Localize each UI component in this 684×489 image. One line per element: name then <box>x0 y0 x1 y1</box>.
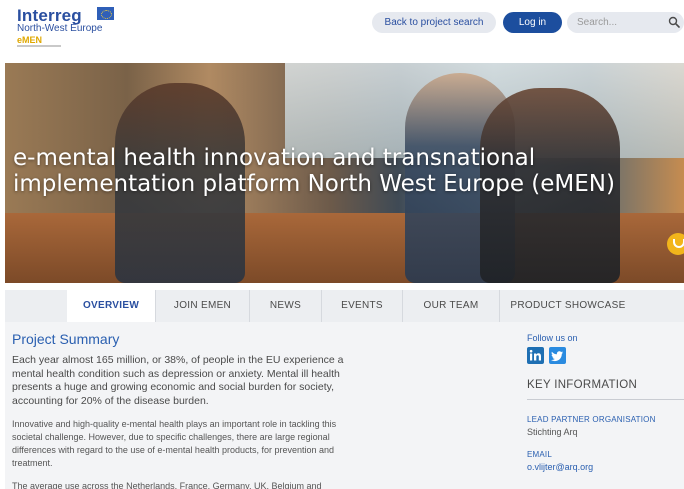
feedback-badge-icon[interactable] <box>667 233 684 255</box>
hero-title-line1: e-mental health innovation and transnati… <box>13 145 536 171</box>
logo-tagline-line <box>17 45 61 47</box>
project-tabs: OVERVIEW JOIN EMEN NEWS EVENTS OUR TEAM … <box>5 290 684 322</box>
email-link[interactable]: o.vlijter@arq.org <box>527 462 684 472</box>
search-input[interactable] <box>577 15 657 30</box>
hero-title: e-mental health innovation and transnati… <box>13 145 684 197</box>
email-label: EMAIL <box>527 450 553 459</box>
logo-project: eMEN <box>17 35 43 45</box>
key-info-sidebar: Follow us on KEY INFORMATION LEAD PARTNE… <box>527 333 684 472</box>
linkedin-icon[interactable] <box>527 347 544 364</box>
project-summary: Project Summary Each year almost 165 mil… <box>12 331 372 489</box>
summary-paragraph-1: Each year almost 165 million, or 38%, of… <box>12 354 344 407</box>
tabs-spacer <box>5 290 67 322</box>
site-header: Interreg North-West Europe eMEN Back to … <box>0 0 684 56</box>
twitter-icon[interactable] <box>549 347 566 364</box>
summary-paragraph-2: Innovative and high-quality e-mental hea… <box>12 419 337 468</box>
tab-product-showcase[interactable]: PRODUCT SHOWCASE <box>500 290 636 322</box>
eu-flag-icon <box>97 7 114 20</box>
follow-us-label: Follow us on <box>527 333 578 343</box>
interreg-logo[interactable]: Interreg North-West Europe eMEN <box>17 6 127 50</box>
tab-overview[interactable]: OVERVIEW <box>67 290 156 322</box>
login-button[interactable]: Log in <box>503 12 562 33</box>
lead-partner-label: LEAD PARTNER ORGANISATION <box>527 415 656 424</box>
search-box <box>567 12 684 33</box>
tab-join-emen[interactable]: JOIN EMEN <box>156 290 250 322</box>
social-links <box>527 347 684 365</box>
main-content: Project Summary Each year almost 165 mil… <box>5 322 684 489</box>
tab-events[interactable]: EVENTS <box>322 290 403 322</box>
summary-title: Project Summary <box>12 331 120 347</box>
lead-partner-value: Stichting Arq <box>527 427 578 437</box>
hero-banner: e-mental health innovation and transnati… <box>5 63 684 283</box>
back-to-project-search-button[interactable]: Back to project search <box>372 12 496 33</box>
tab-our-team[interactable]: OUR TEAM <box>403 290 500 322</box>
hero-title-line2: implementation platform North West Europ… <box>13 171 615 197</box>
logo-region: North-West Europe <box>17 23 103 34</box>
summary-paragraph-3: The average use across the Netherlands, … <box>12 481 322 489</box>
search-icon[interactable] <box>668 16 680 28</box>
key-information-heading: KEY INFORMATION <box>527 379 684 400</box>
tab-news[interactable]: NEWS <box>250 290 322 322</box>
